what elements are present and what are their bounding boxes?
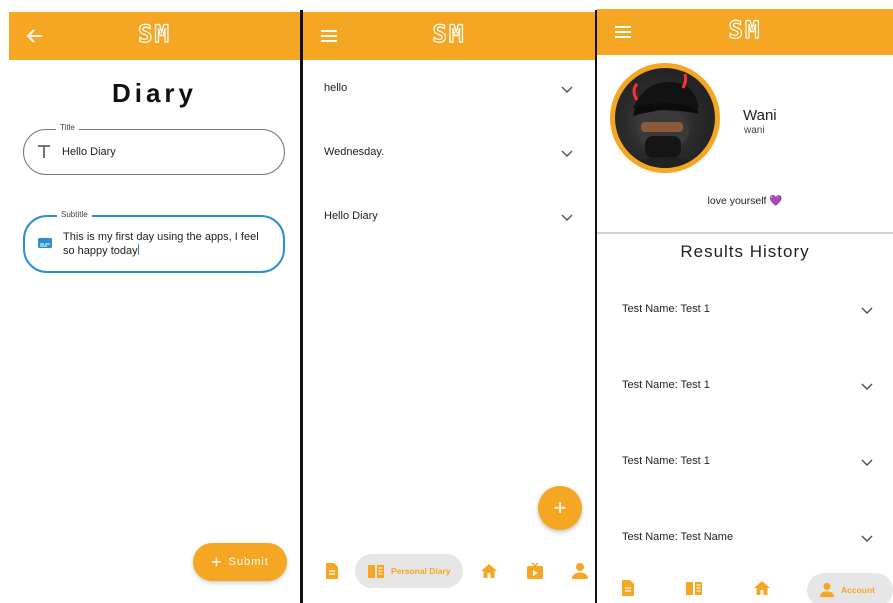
notes-icon[interactable] bbox=[619, 579, 637, 597]
app-logo: SM bbox=[137, 19, 171, 48]
hamburger-menu-icon[interactable] bbox=[317, 24, 341, 48]
diary-entry[interactable]: hello bbox=[303, 70, 595, 110]
nav-account[interactable]: Account bbox=[807, 573, 893, 603]
page-title: Diary bbox=[111, 78, 198, 108]
profile-bio: love yourself 💜 bbox=[707, 195, 783, 207]
app-bar: SM bbox=[597, 9, 893, 55]
diary-entry[interactable]: Wednesday. bbox=[303, 134, 595, 174]
chevron-down-icon[interactable] bbox=[561, 86, 573, 94]
result-item[interactable]: Test Name: Test 1 bbox=[597, 445, 893, 479]
chevron-down-icon[interactable] bbox=[861, 459, 873, 467]
results-history-title: Results History bbox=[680, 242, 810, 261]
subtitles-icon bbox=[38, 238, 52, 248]
diary-book-icon bbox=[368, 565, 384, 578]
account-icon bbox=[819, 582, 835, 598]
bottom-navigation: Personal Diary bbox=[303, 550, 595, 594]
text-t-icon bbox=[38, 145, 50, 158]
notes-icon[interactable] bbox=[323, 562, 341, 580]
app-logo: SM bbox=[432, 19, 466, 48]
diary-form-screen: SM Diary Title Hello Diary Subtitle This… bbox=[9, 12, 300, 603]
app-bar: SM bbox=[303, 12, 595, 60]
chevron-down-icon[interactable] bbox=[861, 307, 873, 315]
account-icon[interactable] bbox=[571, 562, 589, 580]
submit-label: Submit bbox=[228, 556, 269, 568]
app-bar: SM bbox=[9, 12, 300, 60]
home-icon[interactable] bbox=[480, 562, 498, 580]
result-item[interactable]: Test Name: Test 1 bbox=[597, 293, 893, 327]
title-field-value: Hello Diary bbox=[62, 146, 116, 158]
diary-list-screen: SM hello Wednesday. Hello Diary + Person… bbox=[303, 12, 595, 603]
submit-button[interactable]: + Submit bbox=[193, 543, 287, 581]
result-item[interactable]: Test Name: Test 1 bbox=[597, 369, 893, 403]
bottom-navigation: Account bbox=[597, 567, 893, 603]
profile-username: wani bbox=[744, 125, 765, 136]
app-logo: SM bbox=[728, 15, 762, 44]
video-icon[interactable] bbox=[526, 562, 544, 580]
hamburger-menu-icon[interactable] bbox=[611, 20, 635, 44]
purple-heart-icon: 💜 bbox=[769, 195, 783, 207]
diary-entry-title: hello bbox=[324, 82, 348, 94]
diary-entry-title: Hello Diary bbox=[324, 210, 378, 222]
chevron-down-icon[interactable] bbox=[861, 383, 873, 391]
profile-name: Wani bbox=[743, 107, 777, 124]
plus-icon: + bbox=[211, 552, 223, 572]
avatar bbox=[610, 63, 720, 173]
result-item[interactable]: Test Name: Test Name bbox=[597, 521, 893, 555]
result-item-label: Test Name: Test 1 bbox=[622, 303, 710, 315]
title-field-label: Title bbox=[56, 123, 79, 132]
plus-icon: + bbox=[553, 495, 567, 520]
section-divider bbox=[597, 232, 893, 234]
result-item-label: Test Name: Test Name bbox=[622, 531, 734, 543]
subtitle-field[interactable]: Subtitle This is my first day using the … bbox=[23, 210, 285, 273]
avatar-image bbox=[615, 73, 715, 168]
profile-screen: SM Wani wani love yourself 💜 Results His… bbox=[597, 9, 893, 603]
avatar-photo bbox=[615, 68, 715, 168]
chevron-down-icon[interactable] bbox=[861, 535, 873, 543]
diary-entry-title: Wednesday. bbox=[324, 146, 385, 158]
diary-book-icon[interactable] bbox=[685, 579, 703, 597]
nav-personal-diary[interactable]: Personal Diary bbox=[355, 554, 463, 588]
subtitle-field-value: This is my first day using the apps, I f… bbox=[63, 231, 259, 257]
text-caret bbox=[137, 244, 139, 255]
result-item-label: Test Name: Test 1 bbox=[622, 379, 710, 391]
chevron-down-icon[interactable] bbox=[561, 150, 573, 158]
subtitle-field-label: Subtitle bbox=[57, 210, 92, 219]
arrow-left-icon[interactable] bbox=[23, 24, 47, 48]
nav-active-label: Personal Diary bbox=[391, 566, 451, 576]
nav-active-label: Account bbox=[841, 585, 875, 595]
home-icon[interactable] bbox=[753, 579, 771, 597]
chevron-down-icon[interactable] bbox=[561, 214, 573, 222]
title-field[interactable]: Title Hello Diary bbox=[23, 123, 285, 175]
result-item-label: Test Name: Test 1 bbox=[622, 455, 710, 467]
add-diary-button[interactable]: + bbox=[538, 486, 582, 530]
diary-entry[interactable]: Hello Diary bbox=[303, 198, 595, 238]
